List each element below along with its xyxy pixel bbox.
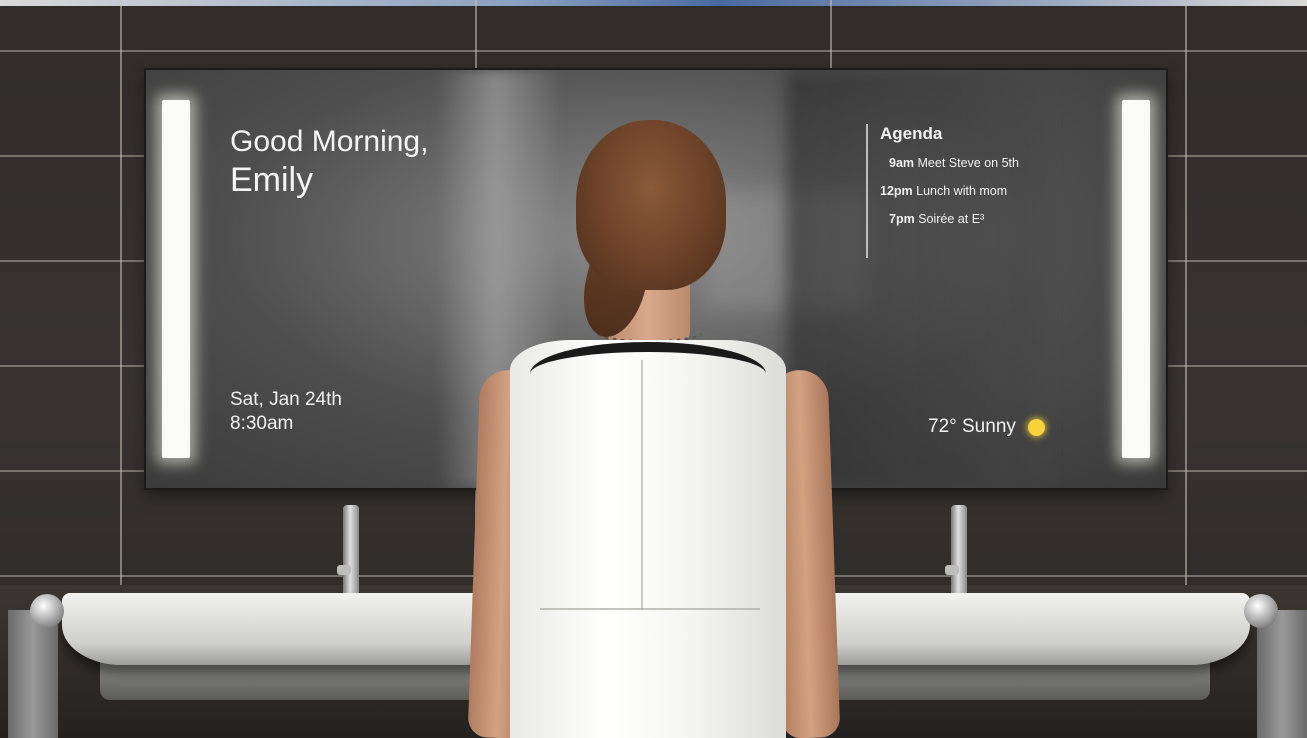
bathroom-scene: Good Morning, Emily Sat, Jan 24th 8:30am…: [0, 0, 1307, 738]
woman-figure: [0, 0, 1307, 738]
hair: [576, 120, 726, 290]
white-dress: [510, 340, 786, 738]
dress-zipper: [641, 360, 643, 610]
dress-waist-seam: [540, 608, 760, 610]
